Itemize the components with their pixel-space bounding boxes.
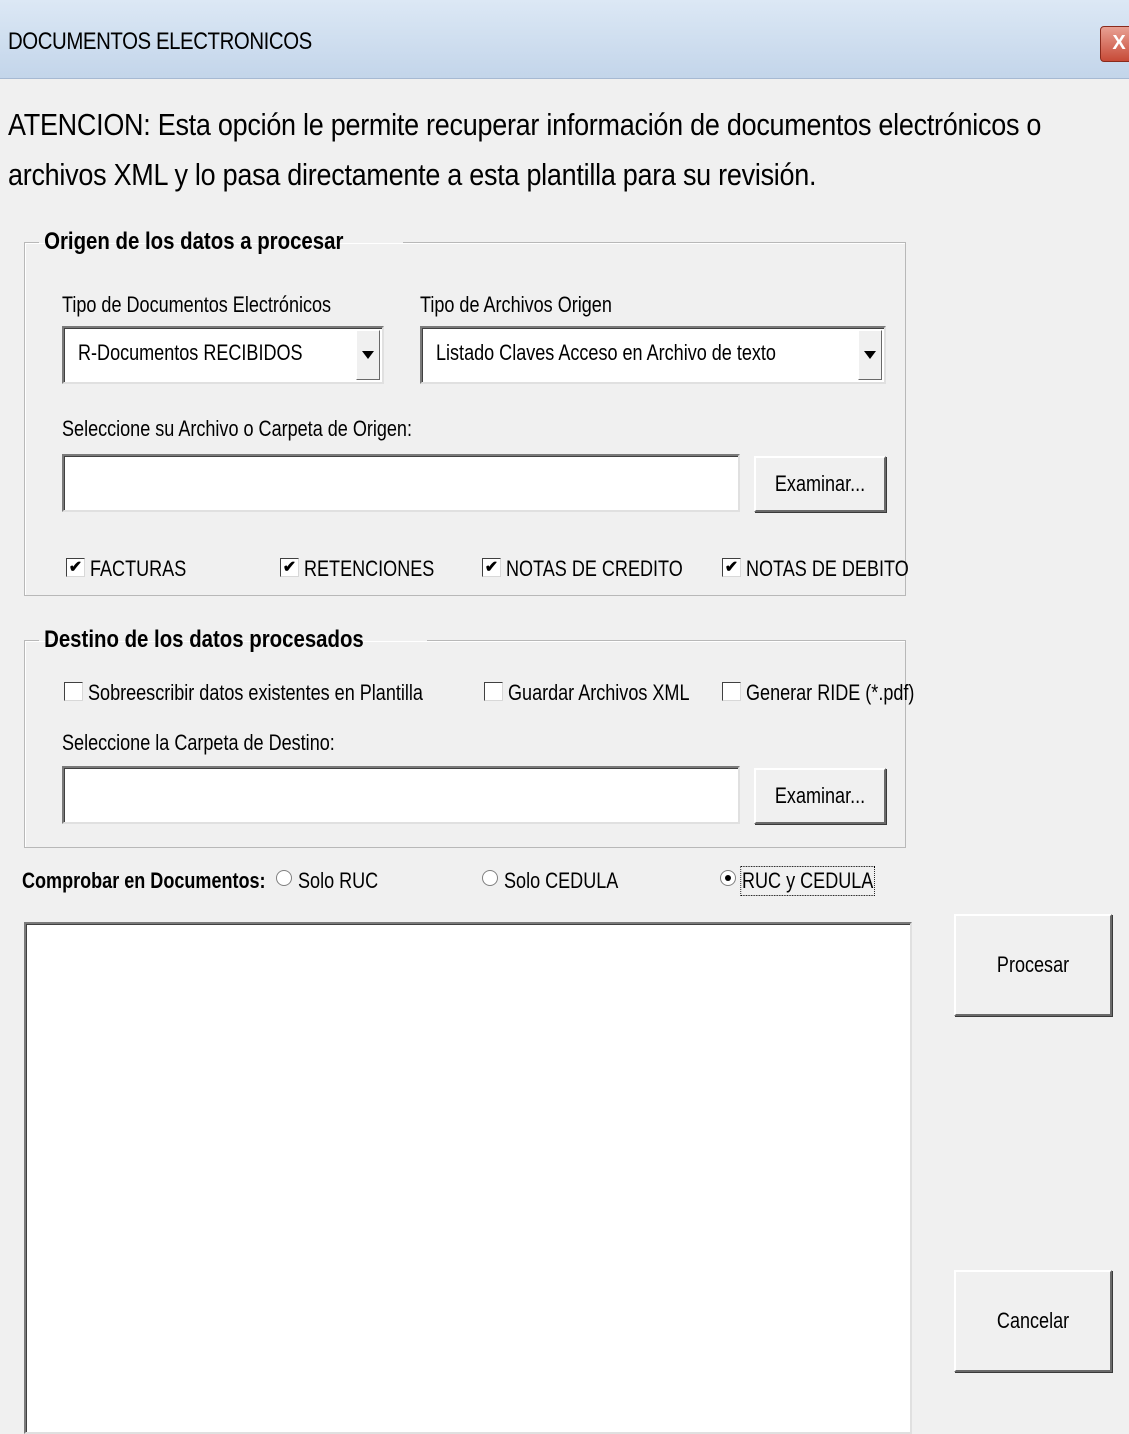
origin-group: Origen de los datos a procesar — [24, 228, 906, 596]
attention-text: ATENCION: Esta opción le permite recuper… — [8, 107, 1042, 192]
checkbox-box[interactable]: ✔ — [66, 558, 85, 577]
checkbox-box[interactable] — [722, 682, 741, 701]
destination-browse-button[interactable]: Examinar... — [754, 768, 886, 824]
checkbox-label: NOTAS DE DEBITO — [746, 556, 909, 581]
destination-path-input[interactable] — [62, 766, 740, 824]
checkbox-box[interactable] — [484, 682, 503, 701]
close-button[interactable]: X — [1100, 26, 1129, 62]
file-type-select[interactable]: Listado Claves Acceso en Archivo de text… — [420, 326, 886, 384]
radio-dot[interactable] — [482, 870, 498, 886]
checkbox-label: FACTURAS — [90, 556, 187, 581]
doc-type-select[interactable]: R-Documentos RECIBIDOS — [62, 326, 384, 384]
verify-label: Comprobar en Documentos: — [22, 868, 266, 893]
radio-dot[interactable] — [276, 870, 292, 886]
doc-type-label: Tipo de Documentos Electrónicos — [62, 292, 332, 317]
chevron-down-icon[interactable] — [356, 330, 380, 380]
cancel-button[interactable]: Cancelar — [954, 1270, 1112, 1372]
doc-type-value: R-Documentos RECIBIDOS — [78, 340, 303, 365]
checkbox-label: NOTAS DE CREDITO — [506, 556, 683, 581]
output-listbox[interactable] — [24, 922, 912, 1434]
origin-legend: Origen de los datos a procesar — [44, 228, 344, 255]
window-title: DOCUMENTOS ELECTRONICOS — [8, 28, 312, 55]
radio-dot[interactable] — [720, 870, 736, 886]
destination-select-label: Seleccione la Carpeta de Destino: — [62, 730, 335, 755]
file-type-value: Listado Claves Acceso en Archivo de text… — [436, 340, 776, 365]
radio-label: RUC y CEDULA — [740, 866, 875, 896]
destination-browse-label: Examinar... — [774, 783, 866, 808]
checkbox-label: RETENCIONES — [304, 556, 435, 581]
radio-label: Solo RUC — [298, 868, 379, 893]
process-button[interactable]: Procesar — [954, 914, 1112, 1016]
checkbox-label: Generar RIDE (*.pdf) — [746, 680, 915, 705]
process-label: Procesar — [996, 952, 1070, 977]
origin-path-input[interactable] — [62, 454, 740, 512]
origin-browse-label: Examinar... — [774, 471, 866, 496]
checkbox-label: Sobreescribir datos existentes en Planti… — [88, 680, 423, 705]
checkbox-box[interactable]: ✔ — [482, 558, 501, 577]
cancel-label: Cancelar — [996, 1308, 1070, 1333]
checkbox-box[interactable]: ✔ — [722, 558, 741, 577]
destination-legend: Destino de los datos procesados — [44, 626, 364, 653]
origin-select-label: Seleccione su Archivo o Carpeta de Orige… — [62, 416, 412, 441]
radio-label: Solo CEDULA — [504, 868, 619, 893]
checkbox-box[interactable]: ✔ — [280, 558, 299, 577]
checkbox-box[interactable] — [64, 682, 83, 701]
checkbox-label: Guardar Archivos XML — [508, 680, 690, 705]
chevron-down-icon[interactable] — [858, 330, 882, 380]
origin-browse-button[interactable]: Examinar... — [754, 456, 886, 512]
file-type-label: Tipo de Archivos Origen — [420, 292, 612, 317]
title-bar: DOCUMENTOS ELECTRONICOS X — [0, 0, 1129, 79]
